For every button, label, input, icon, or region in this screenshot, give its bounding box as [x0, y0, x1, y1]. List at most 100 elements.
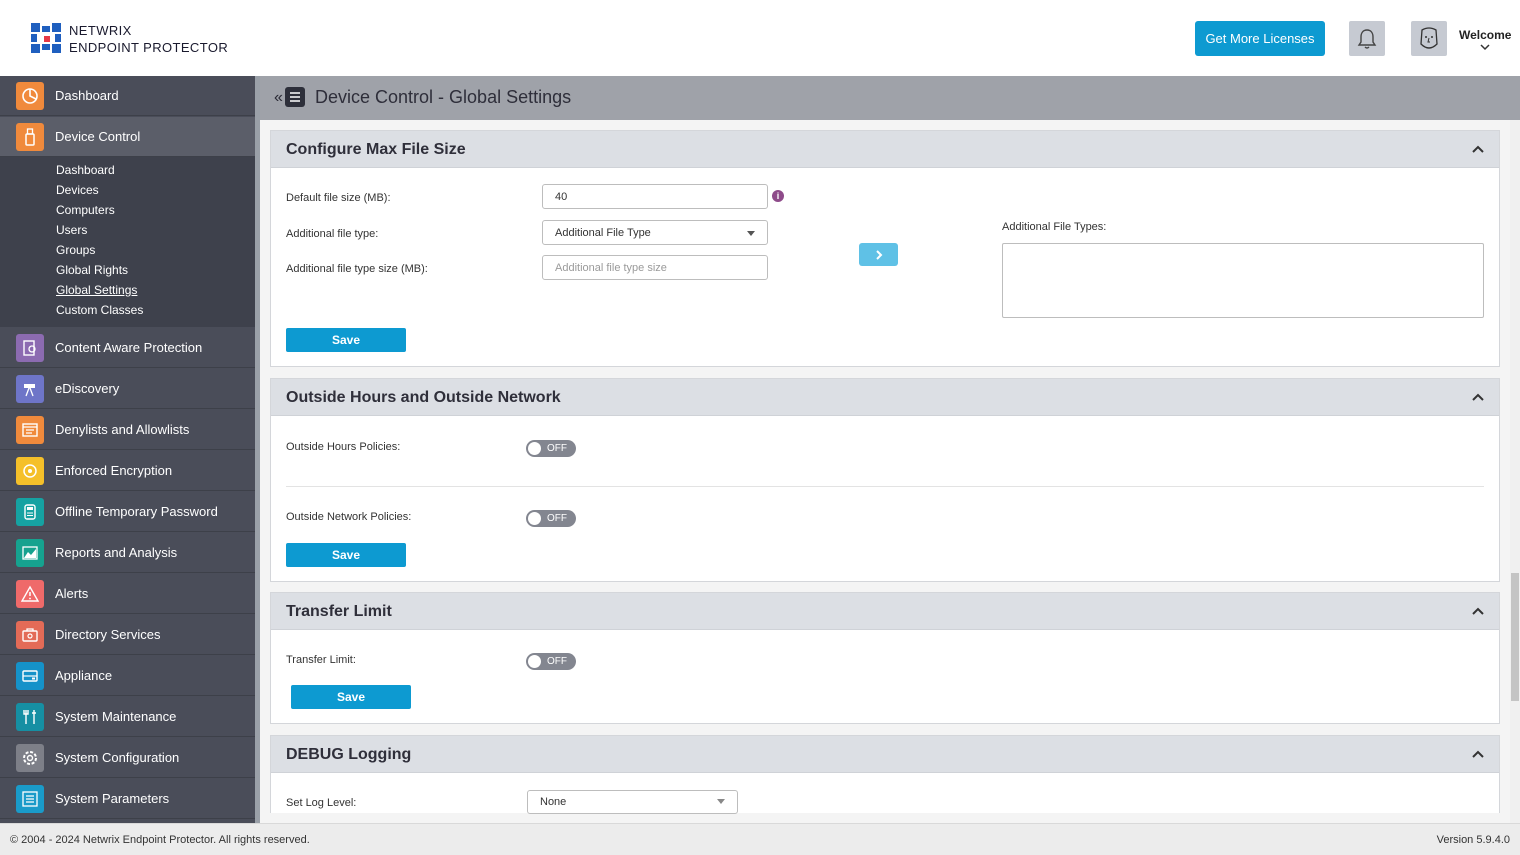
device-control-submenu: Dashboard Devices Computers Users Groups…: [0, 157, 255, 327]
pie-chart-icon: [16, 81, 44, 110]
bell-icon: [1357, 28, 1377, 49]
sidebar-item-label: System Parameters: [55, 791, 170, 806]
submenu-devices[interactable]: Devices: [56, 183, 99, 197]
additional-file-type-size-label: Additional file type size (MB):: [286, 263, 428, 275]
sidebar-item-label: Enforced Encryption: [55, 463, 173, 478]
save-button[interactable]: Save: [286, 543, 406, 567]
toggle-knob: [528, 442, 541, 455]
chevron-up-icon[interactable]: [1472, 393, 1484, 401]
save-button[interactable]: Save: [291, 685, 411, 709]
chart-area-icon: [16, 538, 44, 567]
select-value: None: [540, 796, 567, 808]
warning-icon: [16, 579, 44, 608]
panel-title: Transfer Limit: [286, 603, 392, 620]
outside-network-toggle[interactable]: OFF: [526, 510, 576, 527]
panel-title: Configure Max File Size: [286, 141, 466, 158]
panel-header[interactable]: Transfer Limit: [271, 593, 1499, 630]
toggle-state: OFF: [547, 443, 567, 454]
user-face-icon: [1420, 26, 1438, 49]
additional-file-types-label: Additional File Types:: [1002, 221, 1107, 233]
sidebar-item-enforced-encryption[interactable]: Enforced Encryption: [0, 451, 255, 491]
default-file-size-input[interactable]: 40: [542, 184, 768, 209]
chevron-up-icon[interactable]: [1472, 145, 1484, 153]
sidebar-item-label: Appliance: [55, 668, 113, 683]
outside-hours-label: Outside Hours Policies:: [286, 441, 401, 453]
submenu-custom-classes[interactable]: Custom Classes: [56, 303, 143, 317]
chevron-down-icon[interactable]: [1479, 42, 1491, 52]
footer: © 2004 - 2024 Netwrix Endpoint Protector…: [0, 823, 1520, 855]
transfer-limit-label: Transfer Limit:: [286, 654, 356, 666]
sidebar-item-dashboard[interactable]: Dashboard: [0, 76, 255, 116]
sidebar-item-device-control[interactable]: Device Control: [0, 117, 255, 157]
toggle-knob: [528, 512, 541, 525]
sidebar-item-system-parameters[interactable]: System Parameters: [0, 779, 255, 819]
sidebar-item-denylists-allowlists[interactable]: Denylists and Allowlists: [0, 410, 255, 450]
encryption-icon: [16, 456, 44, 485]
caret-down-icon: [717, 799, 725, 804]
sidebar: Dashboard Device Control Dashboard Devic…: [0, 76, 255, 823]
default-file-size-label: Default file size (MB):: [286, 192, 391, 204]
document-search-icon: [16, 333, 44, 362]
welcome-menu[interactable]: Welcome: [1459, 28, 1511, 42]
collapse-sidebar-icon[interactable]: «: [274, 89, 283, 107]
main-scrollbar[interactable]: [1510, 120, 1520, 823]
sidebar-item-offline-temporary-password[interactable]: Offline Temporary Password: [0, 492, 255, 532]
toggle-knob: [528, 655, 541, 668]
device-password-icon: [16, 497, 44, 526]
panel-header[interactable]: Outside Hours and Outside Network: [271, 379, 1499, 416]
sidebar-item-label: System Maintenance: [55, 709, 177, 724]
panel-header[interactable]: Configure Max File Size: [271, 131, 1499, 168]
submenu-users[interactable]: Users: [56, 223, 87, 237]
submenu-dashboard[interactable]: Dashboard: [56, 163, 115, 177]
gear-icon: [16, 743, 44, 772]
sidebar-item-label: Device Control: [55, 129, 141, 144]
usb-icon: [16, 122, 44, 151]
log-level-select[interactable]: None: [527, 790, 738, 814]
submenu-global-rights[interactable]: Global Rights: [56, 263, 128, 277]
additional-file-types-list[interactable]: [1002, 243, 1484, 318]
logo-line-2: ENDPOINT PROTECTOR: [69, 40, 229, 55]
submenu-global-settings[interactable]: Global Settings: [56, 283, 137, 297]
panel-title: Outside Hours and Outside Network: [286, 389, 561, 406]
sidebar-item-directory-services[interactable]: Directory Services: [0, 615, 255, 655]
sidebar-item-system-configuration[interactable]: System Configuration: [0, 738, 255, 778]
submenu-computers[interactable]: Computers: [56, 203, 115, 217]
chevron-up-icon[interactable]: [1472, 750, 1484, 758]
sidebar-item-content-aware-protection[interactable]: Content Aware Protection: [0, 328, 255, 368]
top-header: NETWRIX ENDPOINT PROTECTOR Get More Lice…: [0, 0, 1520, 76]
sidebar-item-label: eDiscovery: [55, 381, 120, 396]
panel-title: DEBUG Logging: [286, 746, 412, 763]
main-scrollbar-thumb[interactable]: [1511, 573, 1519, 701]
transfer-limit-toggle[interactable]: OFF: [526, 653, 576, 670]
sidebar-item-label: Denylists and Allowlists: [55, 422, 190, 437]
outside-network-label: Outside Network Policies:: [286, 511, 412, 523]
caret-down-icon: [747, 231, 755, 236]
telescope-icon: [16, 374, 44, 403]
user-avatar[interactable]: [1411, 21, 1447, 56]
sidebar-item-system-maintenance[interactable]: System Maintenance: [0, 697, 255, 737]
submenu-groups[interactable]: Groups: [56, 243, 95, 257]
sidebar-item-alerts[interactable]: Alerts: [0, 574, 255, 614]
max-file-size-panel: Configure Max File Size Default file siz…: [270, 130, 1500, 367]
list-icon: [16, 784, 44, 813]
get-more-licenses-button[interactable]: Get More Licenses: [1195, 21, 1325, 56]
sidebar-item-label: Alerts: [55, 586, 89, 601]
panel-header[interactable]: DEBUG Logging: [271, 736, 1499, 773]
notifications-button[interactable]: [1349, 21, 1385, 56]
chevron-up-icon[interactable]: [1472, 607, 1484, 615]
info-icon[interactable]: i: [772, 190, 784, 202]
outside-hours-toggle[interactable]: OFF: [526, 440, 576, 457]
page-title: Device Control - Global Settings: [315, 87, 572, 107]
menu-icon[interactable]: [285, 87, 305, 107]
log-level-label: Set Log Level:: [286, 797, 357, 809]
logo-line-1: NETWRIX: [69, 23, 132, 38]
sidebar-item-reports-analysis[interactable]: Reports and Analysis: [0, 533, 255, 573]
additional-file-type-size-input[interactable]: Additional file type size: [542, 255, 768, 280]
sidebar-item-appliance[interactable]: Appliance: [0, 656, 255, 696]
toggle-state: OFF: [547, 513, 567, 524]
save-button[interactable]: Save: [286, 328, 406, 352]
sidebar-item-ediscovery[interactable]: eDiscovery: [0, 369, 255, 409]
additional-file-type-select[interactable]: Additional File Type: [542, 220, 768, 245]
add-file-type-button[interactable]: [859, 243, 898, 266]
additional-file-type-label: Additional file type:: [286, 228, 379, 240]
